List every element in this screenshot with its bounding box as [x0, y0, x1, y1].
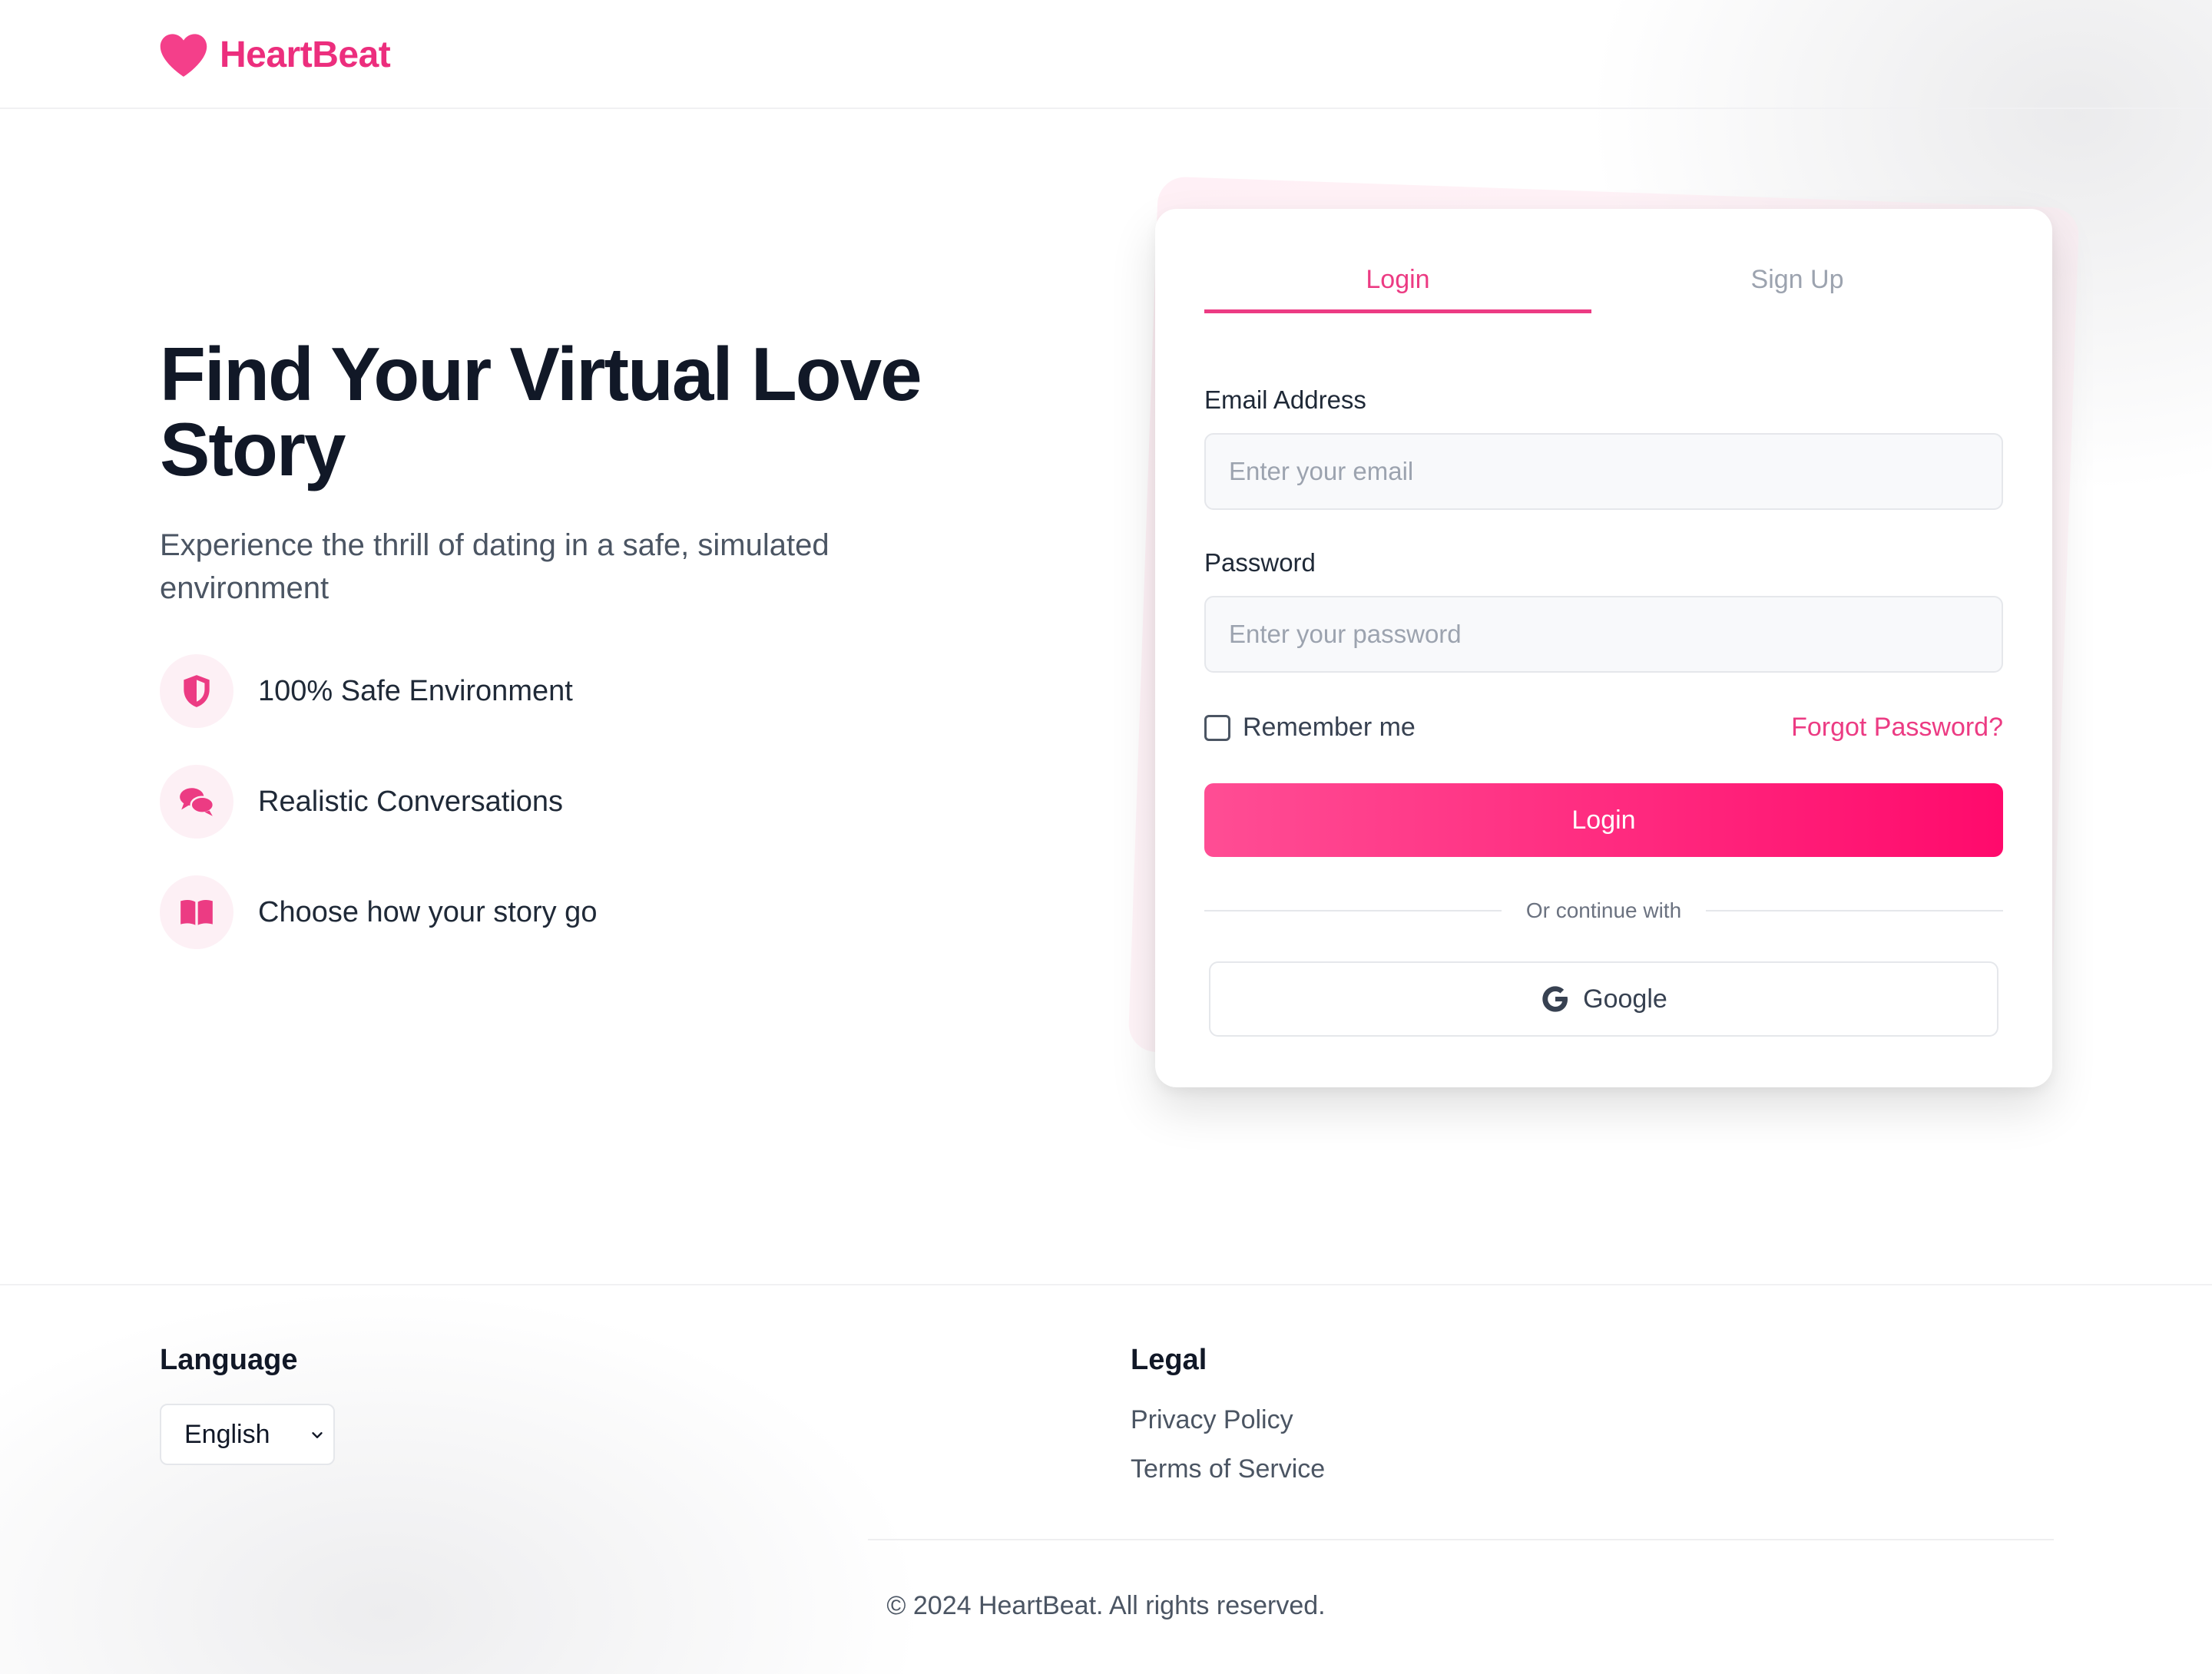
feature-item: Choose how your story go	[160, 875, 1020, 949]
remember-me: Remember me	[1204, 713, 1416, 743]
copyright-text: © 2024 HeartBeat. All rights reserved.	[886, 1591, 1326, 1620]
language-selected-value: English	[184, 1419, 270, 1449]
hero-subtitle: Experience the thrill of dating in a saf…	[160, 528, 830, 605]
login-button[interactable]: Login	[1204, 783, 2003, 857]
google-login-button[interactable]: Google	[1209, 961, 1998, 1037]
google-button-label: Google	[1583, 984, 1667, 1014]
auth-tabs: Login Sign Up	[1204, 258, 2003, 313]
tab-sign-up[interactable]: Sign Up	[1591, 258, 2003, 313]
shield-icon	[184, 675, 210, 707]
feature-item: Realistic Conversations	[160, 765, 1020, 839]
feature-item: 100% Safe Environment	[160, 654, 1020, 728]
privacy-policy-link[interactable]: Privacy Policy	[1131, 1405, 1293, 1435]
brand-logo[interactable]: HeartBeat	[158, 31, 391, 78]
brand-name: HeartBeat	[220, 34, 391, 75]
password-field[interactable]	[1204, 596, 2003, 673]
divider-line	[1204, 910, 1502, 911]
google-icon	[1542, 986, 1568, 1012]
password-label: Password	[1204, 548, 1316, 577]
site-header: HeartBeat	[0, 0, 2212, 109]
continue-divider: Or continue with	[1204, 895, 2004, 926]
language-select[interactable]: English	[160, 1404, 335, 1465]
hero-section: Find Your Virtual Love Story Experience …	[160, 336, 1020, 986]
chat-bubbles-icon	[180, 788, 215, 816]
chevron-down-icon	[312, 1432, 323, 1438]
divider-line	[1706, 910, 2004, 911]
hero-title: Find Your Virtual Love Story	[160, 332, 922, 491]
language-heading: Language	[160, 1344, 298, 1376]
email-label: Email Address	[1204, 385, 1366, 414]
feature-icon-badge	[160, 875, 233, 949]
footer-divider	[868, 1539, 2054, 1540]
book-open-icon	[180, 899, 213, 925]
auth-card: Login Sign Up Email Address Password Rem…	[1155, 209, 2052, 1087]
tab-login[interactable]: Login	[1204, 258, 1591, 313]
feature-label: 100% Safe Environment	[258, 674, 573, 707]
feature-label: Realistic Conversations	[258, 785, 564, 818]
feature-list: 100% Safe Environment Realistic Conversa…	[160, 654, 1020, 949]
email-field[interactable]	[1204, 433, 2003, 510]
feature-icon-badge	[160, 765, 233, 839]
remember-me-label[interactable]: Remember me	[1243, 713, 1416, 743]
site-footer: Language English Legal Privacy Policy Te…	[0, 1284, 2212, 1674]
terms-of-service-link[interactable]: Terms of Service	[1131, 1454, 1325, 1484]
forgot-password-link[interactable]: Forgot Password?	[1791, 713, 2003, 742]
heart-icon	[160, 34, 207, 77]
divider-text: Or continue with	[1525, 898, 1682, 922]
feature-label: Choose how your story go	[258, 895, 598, 928]
feature-icon-badge	[160, 654, 233, 728]
remember-me-checkbox[interactable]	[1204, 714, 1230, 741]
legal-heading: Legal	[1131, 1344, 1207, 1376]
